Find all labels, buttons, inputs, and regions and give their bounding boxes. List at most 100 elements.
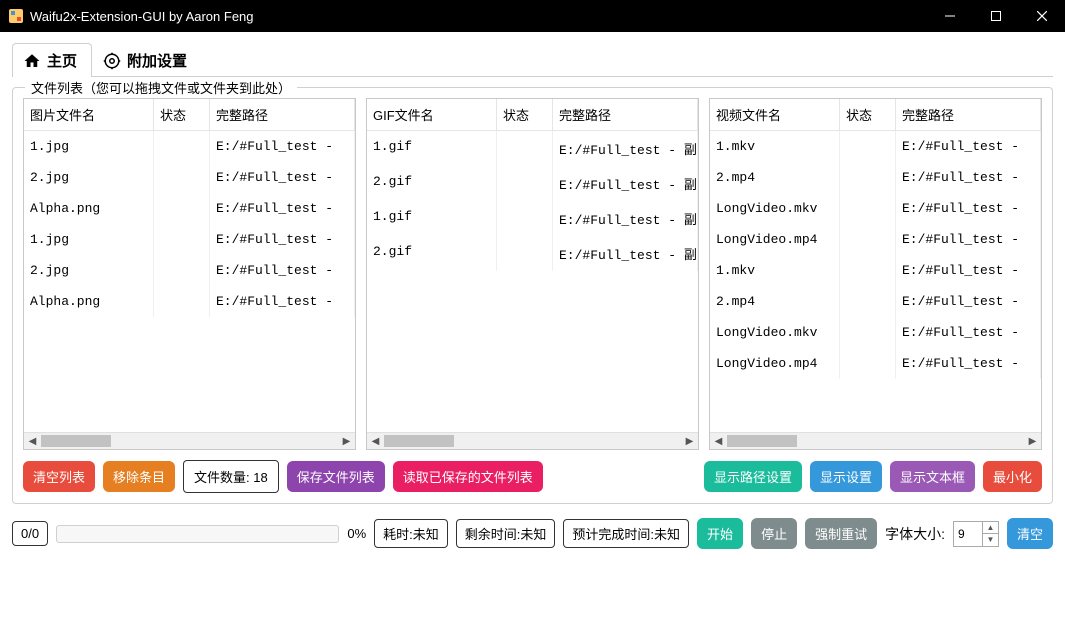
image-col-status[interactable]: 状态 xyxy=(154,99,210,131)
file-list-group: 文件列表（您可以拖拽文件或文件夹到此处） 图片文件名 状态 完整路径 1.jpg… xyxy=(12,87,1053,504)
eta: 剩余时间:未知 xyxy=(456,519,556,548)
window-minimize-button[interactable] xyxy=(927,0,973,32)
cell-path: E:/#Full_test - xyxy=(896,193,1041,224)
cell-path: E:/#Full_test - xyxy=(896,131,1041,162)
table-row[interactable]: 2.gifE:/#Full_test - 副 xyxy=(367,166,698,201)
table-row[interactable]: 1.jpgE:/#Full_test - xyxy=(24,131,355,162)
gif-table[interactable]: GIF文件名 状态 完整路径 1.gifE:/#Full_test - 副2.g… xyxy=(366,98,699,450)
cell-status xyxy=(154,193,210,224)
tab-settings[interactable]: 附加设置 xyxy=(92,43,202,77)
cell-status xyxy=(154,224,210,255)
video-table[interactable]: 视频文件名 状态 完整路径 1.mkvE:/#Full_test -2.mp4E… xyxy=(709,98,1042,450)
table-row[interactable]: LongVideo.mp4E:/#Full_test - xyxy=(710,224,1041,255)
cell-path: E:/#Full_test - xyxy=(896,255,1041,286)
show-path-button[interactable]: 显示路径设置 xyxy=(704,461,802,492)
stop-button[interactable]: 停止 xyxy=(751,518,797,549)
table-row[interactable]: LongVideo.mkvE:/#Full_test - xyxy=(710,317,1041,348)
scroll-left-icon[interactable]: ◀ xyxy=(367,433,384,450)
cell-name: Alpha.png xyxy=(24,286,154,317)
table-row[interactable]: LongVideo.mkvE:/#Full_test - xyxy=(710,193,1041,224)
table-row[interactable]: 1.mkvE:/#Full_test - xyxy=(710,255,1041,286)
tab-home[interactable]: 主页 xyxy=(12,43,92,77)
table-row[interactable]: 2.jpgE:/#Full_test - xyxy=(24,255,355,286)
window-body: 主页 附加设置 文件列表（您可以拖拽文件或文件夹到此处） 图片文件名 状态 完整… xyxy=(0,32,1065,630)
cell-path: E:/#Full_test - xyxy=(210,162,355,193)
start-button[interactable]: 开始 xyxy=(697,518,743,549)
cell-status xyxy=(154,286,210,317)
cell-path: E:/#Full_test - xyxy=(210,224,355,255)
scroll-left-icon[interactable]: ◀ xyxy=(24,433,41,450)
cell-status xyxy=(497,201,553,236)
window-maximize-button[interactable] xyxy=(973,0,1019,32)
cell-name: LongVideo.mp4 xyxy=(710,224,840,255)
font-size-label: 字体大小: xyxy=(885,524,945,544)
cell-name: 1.gif xyxy=(367,131,497,166)
video-col-name[interactable]: 视频文件名 xyxy=(710,99,840,131)
font-size-input[interactable]: 9 ▲ ▼ xyxy=(953,521,999,547)
cell-status xyxy=(840,317,896,348)
cell-path: E:/#Full_test - xyxy=(896,162,1041,193)
load-list-button[interactable]: 读取已保存的文件列表 xyxy=(393,461,543,492)
table-row[interactable]: LongVideo.mp4E:/#Full_test - xyxy=(710,348,1041,379)
cell-status xyxy=(497,166,553,201)
gif-col-path[interactable]: 完整路径 xyxy=(553,99,698,131)
minimize-button[interactable]: 最小化 xyxy=(983,461,1042,492)
cell-name: 2.jpg xyxy=(24,255,154,286)
show-textbox-button[interactable]: 显示文本框 xyxy=(890,461,975,492)
gif-hscrollbar[interactable]: ◀ ▶ xyxy=(367,432,698,449)
table-row[interactable]: 1.jpg E:/#Full_test - xyxy=(24,224,355,255)
video-hscrollbar[interactable]: ◀ ▶ xyxy=(710,432,1041,449)
table-row[interactable]: 2.gifE:/#Full_test - 副 xyxy=(367,236,698,271)
clear-button[interactable]: 清空 xyxy=(1007,518,1053,549)
table-row[interactable]: 2.jpgE:/#Full_test - xyxy=(24,162,355,193)
clear-list-button[interactable]: 清空列表 xyxy=(23,461,95,492)
image-col-name[interactable]: 图片文件名 xyxy=(24,99,154,131)
cell-path: E:/#Full_test - xyxy=(896,348,1041,379)
spin-down-icon[interactable]: ▼ xyxy=(982,534,998,546)
table-row[interactable]: 1.gifE:/#Full_test - 副 xyxy=(367,201,698,236)
remove-entry-button[interactable]: 移除条目 xyxy=(103,461,175,492)
image-hscrollbar[interactable]: ◀ ▶ xyxy=(24,432,355,449)
image-col-path[interactable]: 完整路径 xyxy=(210,99,355,131)
scroll-right-icon[interactable]: ▶ xyxy=(1024,433,1041,450)
cell-path: E:/#Full_test - xyxy=(210,131,355,162)
gif-col-name[interactable]: GIF文件名 xyxy=(367,99,497,131)
cell-status xyxy=(840,255,896,286)
scroll-right-icon[interactable]: ▶ xyxy=(338,433,355,450)
table-row[interactable]: 1.mkv E:/#Full_test - xyxy=(710,131,1041,162)
scroll-right-icon[interactable]: ▶ xyxy=(681,433,698,450)
table-row[interactable]: 1.gifE:/#Full_test - 副 xyxy=(367,131,698,166)
gear-icon xyxy=(103,52,121,70)
window-close-button[interactable] xyxy=(1019,0,1065,32)
file-count: 文件数量: 18 xyxy=(183,460,279,493)
save-list-button[interactable]: 保存文件列表 xyxy=(287,461,385,492)
cell-status xyxy=(154,162,210,193)
video-col-status[interactable]: 状态 xyxy=(840,99,896,131)
video-col-path[interactable]: 完整路径 xyxy=(896,99,1041,131)
cell-name: 2.gif xyxy=(367,236,497,271)
cell-name: 1.mkv xyxy=(710,131,840,162)
cell-name: 1.jpg xyxy=(24,224,154,255)
table-row[interactable]: Alpha.pngE:/#Full_test - xyxy=(24,193,355,224)
force-retry-button[interactable]: 强制重试 xyxy=(805,518,877,549)
table-row[interactable]: 2.mp4E:/#Full_test - xyxy=(710,286,1041,317)
image-table[interactable]: 图片文件名 状态 完整路径 1.jpgE:/#Full_test -2.jpgE… xyxy=(23,98,356,450)
cell-path: E:/#Full_test - 副 xyxy=(553,201,698,236)
elapsed-time: 耗时:未知 xyxy=(374,519,448,548)
gif-col-status[interactable]: 状态 xyxy=(497,99,553,131)
cell-name: LongVideo.mkv xyxy=(710,317,840,348)
table-row[interactable]: Alpha.png E:/#Full_test - xyxy=(24,286,355,317)
cell-status xyxy=(840,162,896,193)
progress-bar xyxy=(56,525,339,543)
tab-home-label: 主页 xyxy=(47,50,77,71)
spin-up-icon[interactable]: ▲ xyxy=(982,522,998,534)
cell-path: E:/#Full_test - xyxy=(210,286,355,317)
table-row[interactable]: 2.mp4E:/#Full_test - xyxy=(710,162,1041,193)
cell-name: Alpha.png xyxy=(24,193,154,224)
scroll-left-icon[interactable]: ◀ xyxy=(710,433,727,450)
finish-time: 预计完成时间:未知 xyxy=(563,519,689,548)
cell-status xyxy=(840,193,896,224)
progress-percent: 0% xyxy=(347,526,366,541)
show-settings-button[interactable]: 显示设置 xyxy=(810,461,882,492)
cell-status xyxy=(840,286,896,317)
